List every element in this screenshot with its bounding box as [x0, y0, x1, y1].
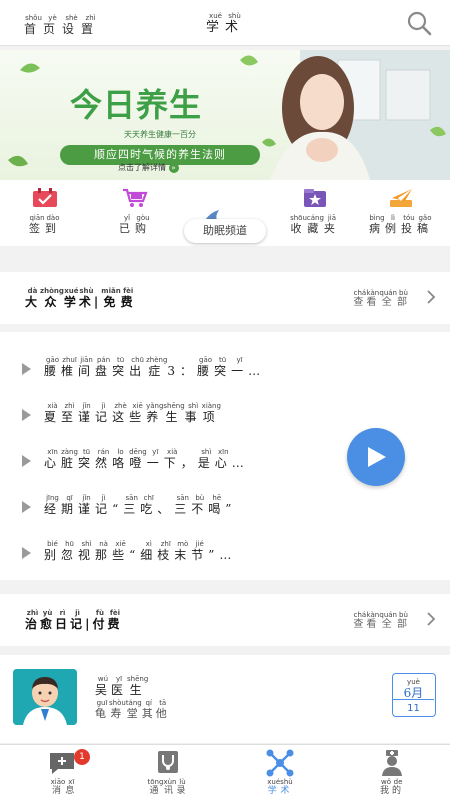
view-all-link[interactable]: 查chá看kàn全quán部bù	[353, 289, 410, 308]
top-bar: 首shǒu页yè设shè置zhì 学xué术shù	[0, 0, 450, 46]
chevron-right-icon	[427, 290, 436, 304]
arrow-right-icon: »	[168, 163, 179, 173]
play-triangle-icon	[22, 363, 31, 375]
tab-messages[interactable]: 1 消xiāo息xī	[24, 749, 104, 796]
section-title-public: 大dà众zhòng学xué术shù| 免miǎn费fèi	[25, 287, 136, 309]
banner-details-link[interactable]: 点击了解详情 »	[118, 162, 179, 173]
play-triangle-icon	[22, 547, 31, 559]
play-triangle-icon	[22, 409, 31, 421]
banner-headline: 今日养生	[70, 86, 203, 124]
category-case-submission[interactable]: 病bìng例lì投tóu稿gǎo	[366, 188, 436, 236]
doctor-name: 吴wú医yī生shēng	[95, 675, 149, 697]
calendar-check-icon	[33, 188, 57, 207]
send-icon	[390, 189, 412, 207]
date-day: 11	[393, 699, 434, 716]
section-header-public[interactable]: 大dà众zhòng学xué术shù| 免miǎn费fèi 查chá看kàn全qu…	[0, 272, 450, 324]
search-icon[interactable]	[406, 10, 432, 36]
sleep-channel-button[interactable]: 助眠频道	[184, 219, 266, 243]
category-purchased[interactable]: 已yǐ购gòu	[100, 188, 170, 236]
unread-badge: 1	[74, 749, 90, 765]
chevron-right-icon	[427, 612, 436, 626]
doctor-card[interactable]: 吴wú医yī生shēng 龟guī寿shòu堂táng其qí他tā 6月yuè …	[0, 655, 450, 743]
shopping-cart-icon	[123, 188, 148, 207]
promo-banner[interactable]: 今日养生 天天养生健康一百分 顺应四时气候的养生法则 点击了解详情 »	[0, 50, 450, 180]
category-checkin[interactable]: 签qiān到dào	[10, 188, 80, 236]
doctor-org: 龟guī寿shòu堂táng其qí他tā	[95, 699, 170, 720]
play-triangle-icon	[22, 501, 31, 513]
avatar	[13, 669, 77, 725]
date-badge: 6月yuè 11	[392, 673, 436, 717]
banner-tagline: 天天养生健康一百分	[124, 130, 196, 139]
category-favorites[interactable]: 收shōu藏cáng夹jiā	[280, 188, 350, 236]
tab-profile[interactable]: 我wǒ的de	[352, 749, 432, 796]
network-icon	[266, 749, 294, 777]
play-icon	[368, 447, 386, 467]
view-all-link[interactable]: 查chá看kàn全quán部bù	[353, 611, 410, 630]
nurse-icon	[382, 750, 402, 776]
section-header-healing[interactable]: 治zhì愈yù日rì记jì| 付fù费fèi 查chá看kàn全quán部bù	[0, 594, 450, 646]
page-title: 学xué术shù	[205, 12, 245, 35]
section-title-healing: 治zhì愈yù日rì记jì| 付fù费fèi	[25, 609, 123, 631]
date-month: 6月yuè	[403, 678, 424, 700]
star-folder-icon	[304, 189, 326, 207]
bottom-tab-bar: 1 消xiāo息xī 通tōng讯xùn录lù 学xué术shù 我wǒ的de	[0, 744, 450, 800]
tab-contacts[interactable]: 通tōng讯xùn录lù	[128, 749, 208, 796]
tab-academic[interactable]: 学xué术shù	[240, 749, 320, 796]
stethoscope-icon	[158, 751, 178, 773]
play-triangle-icon	[22, 455, 31, 467]
play-button[interactable]	[347, 428, 405, 486]
